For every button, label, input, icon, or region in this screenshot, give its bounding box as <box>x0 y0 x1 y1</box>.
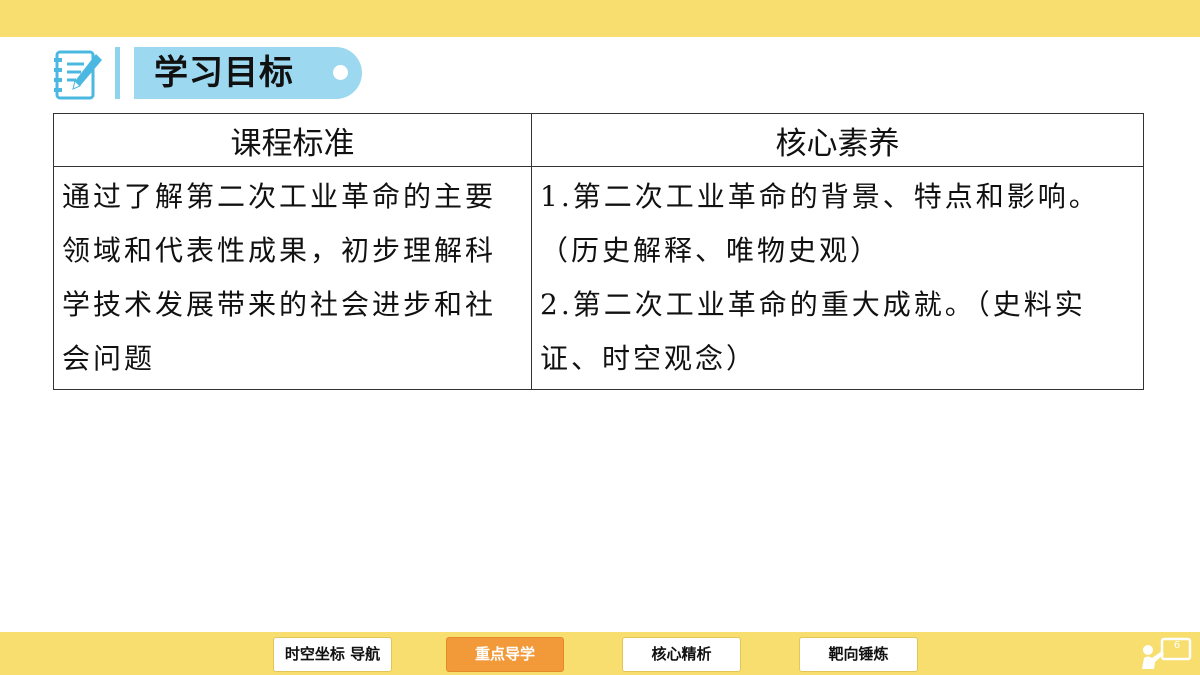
title-dot <box>333 65 348 80</box>
page-number: 6 <box>1173 640 1181 651</box>
notebook-pencil-icon <box>54 50 102 100</box>
header-curriculum-standard: 课程标准 <box>53 113 532 167</box>
objective-item: 1.第二次工业革命的背景、特点和影响。（历史解释、唯物史观） <box>540 180 1100 267</box>
header-core-literacy: 核心素养 <box>531 113 1144 167</box>
core-literacy-cell: 1.第二次工业革命的背景、特点和影响。（历史解释、唯物史观） 2.第二次工业革命… <box>531 166 1144 390</box>
table-row: 通过了解第二次工业革命的主要领域和代表性成果，初步理解科学技术发展带来的社会进步… <box>53 166 1144 390</box>
objective-item: 2.第二次工业革命的重大成就。（史料实证、时空观念） <box>540 288 1086 375</box>
nav-button-core-analysis[interactable]: 核心精析 <box>622 637 741 672</box>
title-pill: 学习目标 <box>134 47 362 99</box>
heading-divider <box>115 47 120 99</box>
page-indicator[interactable]: 6 <box>1140 637 1192 671</box>
learning-goals-table: 课程标准 核心素养 通过了解第二次工业革命的主要领域和代表性成果，初步理解科学技… <box>53 113 1144 390</box>
section-heading: 学习目标 <box>54 44 374 102</box>
nav-button-targeted-practice[interactable]: 靶向锤炼 <box>799 637 918 672</box>
section-title: 学习目标 <box>154 53 294 93</box>
curriculum-standard-cell: 通过了解第二次工业革命的主要领域和代表性成果，初步理解科学技术发展带来的社会进步… <box>53 166 532 390</box>
nav-button-key-guide[interactable]: 重点导学 <box>446 637 564 672</box>
top-banner <box>0 0 1200 37</box>
nav-button-timeline[interactable]: 时空坐标 导航 <box>273 637 392 672</box>
table-header-row: 课程标准 核心素养 <box>53 113 1144 167</box>
bottom-nav-bar: 时空坐标 导航 重点导学 核心精析 靶向锤炼 6 <box>0 632 1200 675</box>
